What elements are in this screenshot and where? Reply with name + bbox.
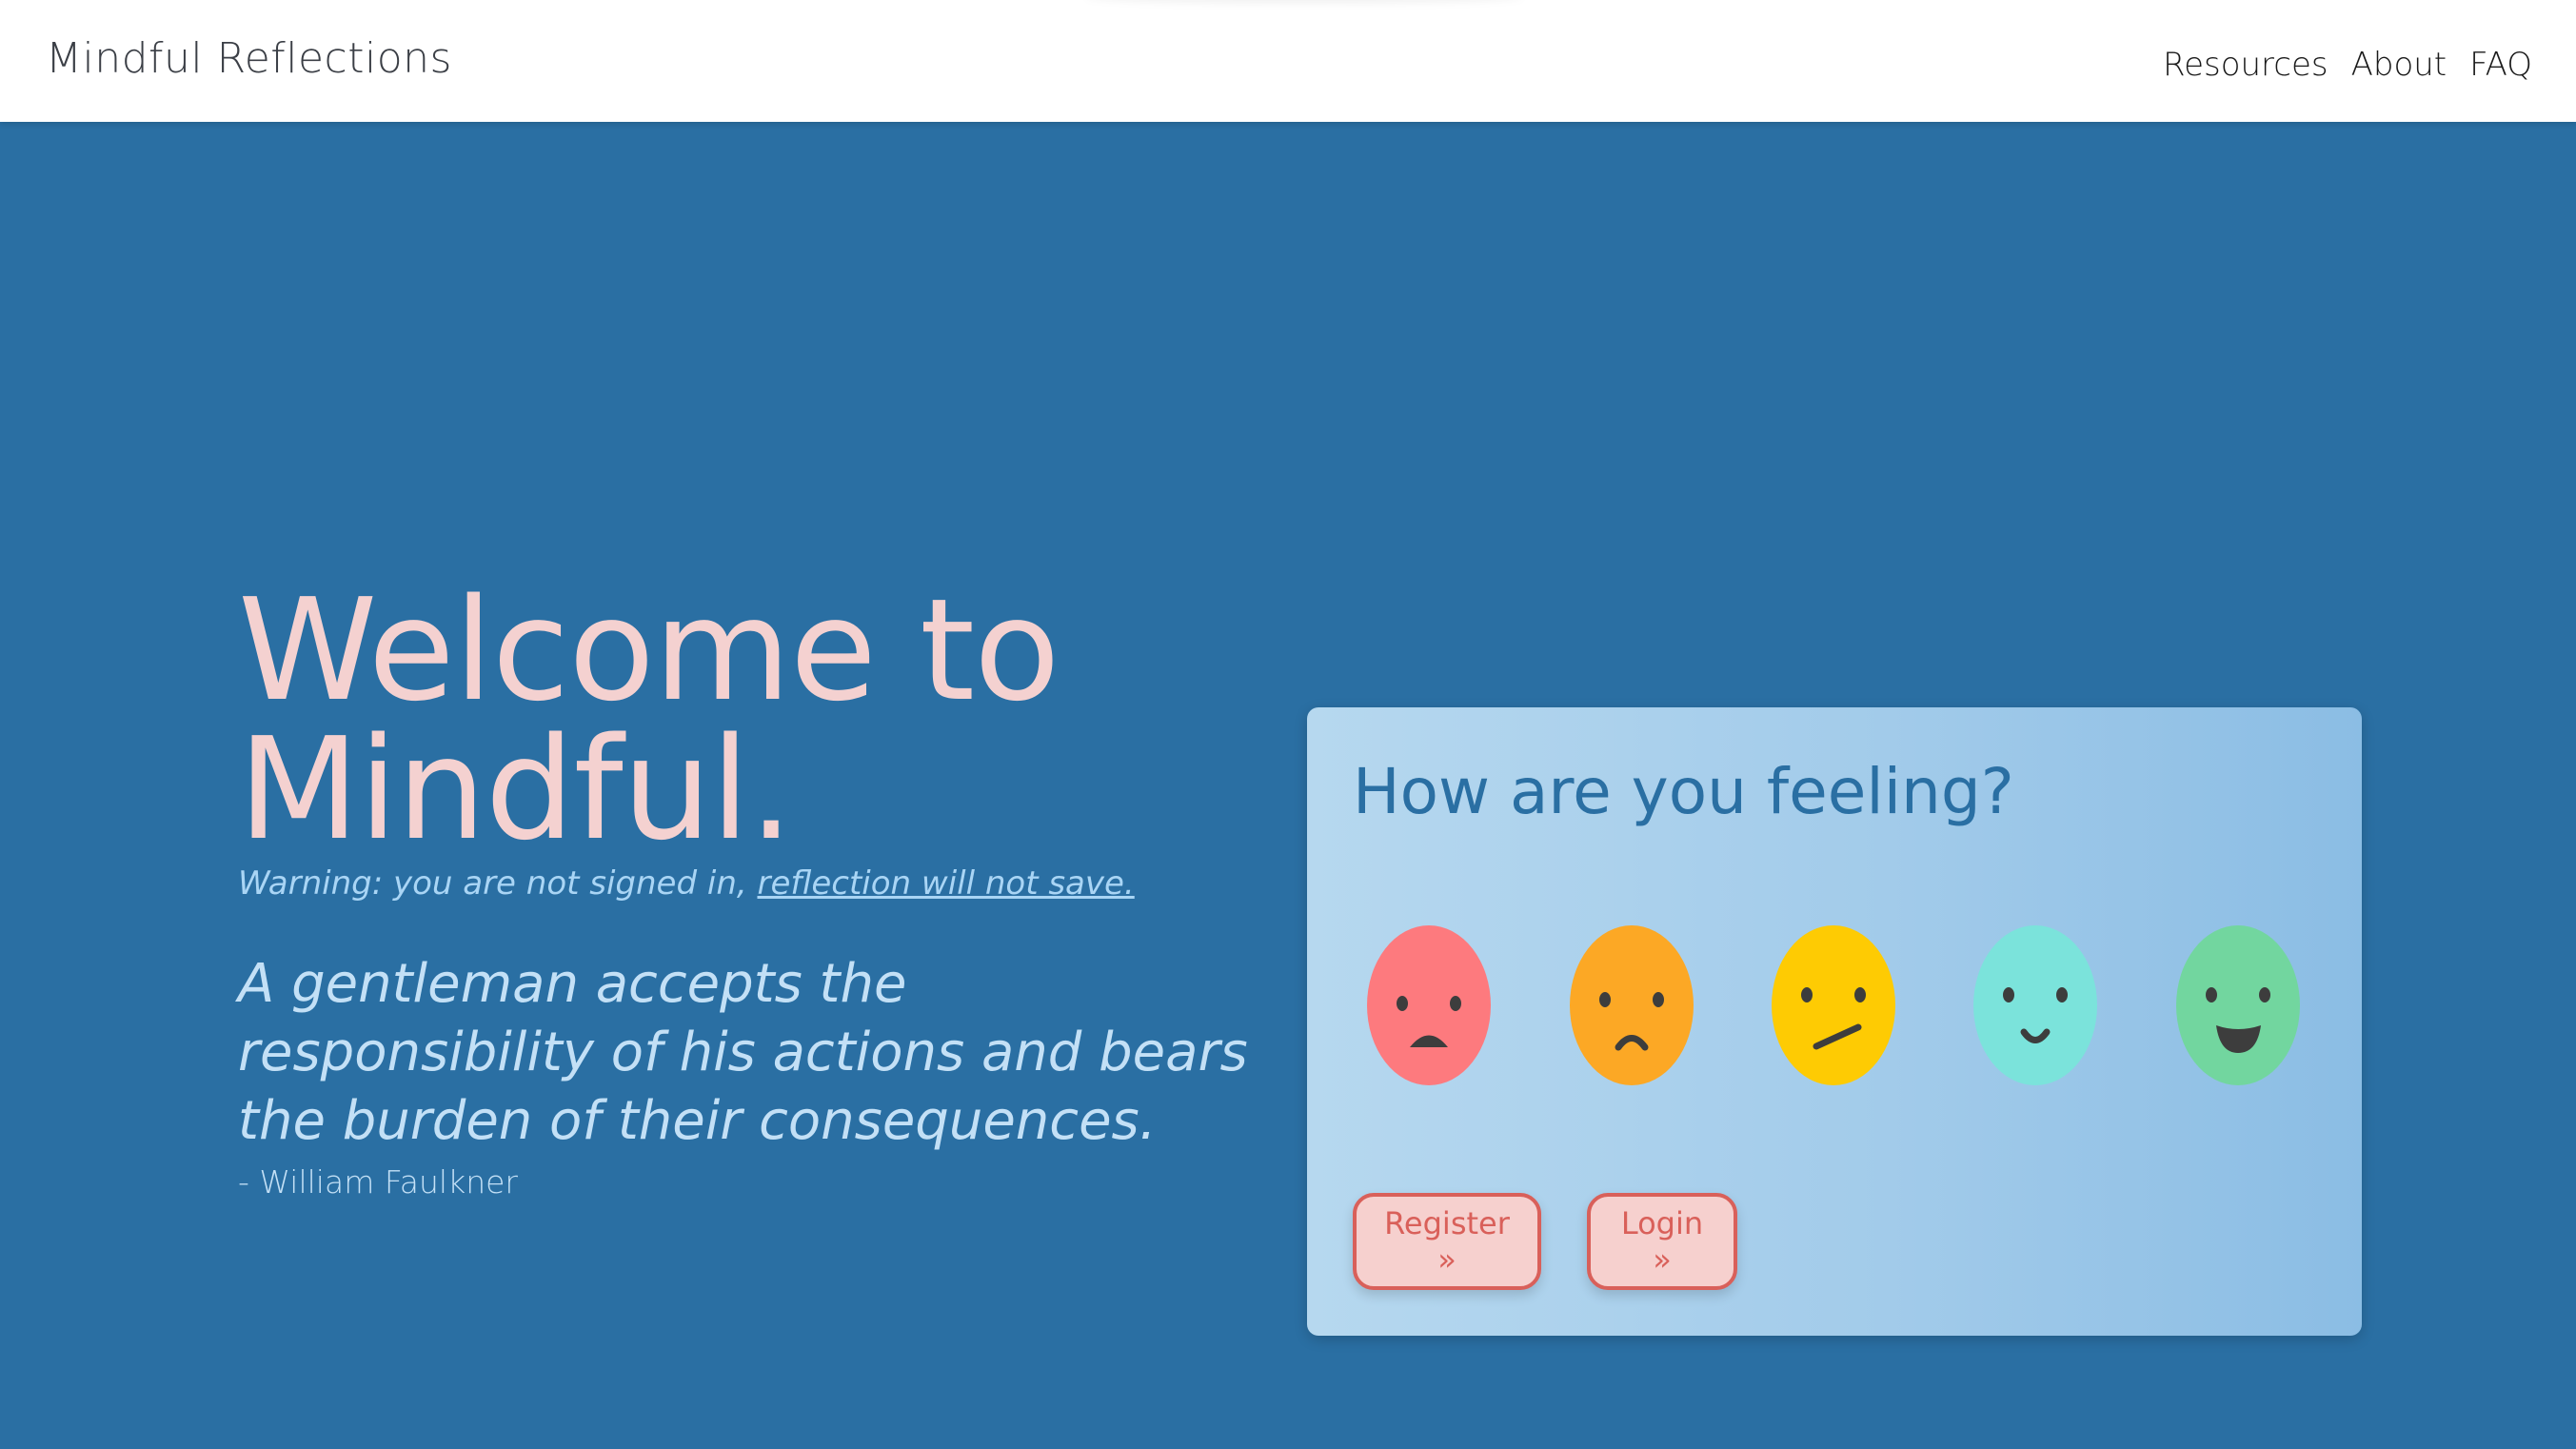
welcome-line-1: Welcome to <box>238 568 1060 732</box>
auth-buttons: Register » Login » <box>1353 1193 1737 1290</box>
navbar: Mindful Reflections Resources About FAQ <box>0 0 2576 122</box>
mood-card-title: How are you feeling? <box>1353 755 2014 828</box>
register-button[interactable]: Register » <box>1353 1193 1541 1290</box>
happy-face-icon <box>1973 925 2097 1085</box>
welcome-column: Welcome to Mindful. Warning: you are not… <box>238 568 1266 1201</box>
nav-link-resources[interactable]: Resources <box>2163 46 2328 84</box>
very-happy-face-icon <box>2176 925 2300 1085</box>
face-very-sad-button[interactable] <box>1366 924 1492 1086</box>
brand-logo[interactable]: Mindful Reflections <box>46 34 452 83</box>
face-sad-button[interactable] <box>1569 924 1694 1086</box>
nav-link-about[interactable]: About <box>2351 46 2447 84</box>
warning-text: Warning: you are not signed in, <box>238 864 758 903</box>
welcome-line-2: Mindful. <box>238 707 794 871</box>
quote-text: A gentleman accepts the responsibility o… <box>238 953 1248 1152</box>
nav-link-faq[interactable]: FAQ <box>2469 46 2532 84</box>
sign-in-warning: Warning: you are not signed in, reflecti… <box>238 864 1266 903</box>
warning-link[interactable]: reflection will not save. <box>757 864 1134 903</box>
nav-links: Resources About FAQ <box>2163 46 2532 84</box>
neutral-face-icon <box>1772 925 1895 1085</box>
face-happy-button[interactable] <box>1972 924 2098 1086</box>
nav-shadow <box>1085 0 1523 4</box>
mood-faces <box>1366 924 2318 1086</box>
mood-card: How are you feeling? Register » Login » <box>1307 707 2362 1336</box>
sad-face-icon <box>1570 925 1694 1085</box>
quote-author: - William Faulkner <box>238 1163 518 1201</box>
welcome-heading: Welcome to Mindful. <box>238 568 1266 871</box>
face-very-happy-button[interactable] <box>2175 924 2301 1086</box>
login-button[interactable]: Login » <box>1587 1193 1737 1290</box>
very-sad-face-icon <box>1367 925 1491 1085</box>
face-neutral-button[interactable] <box>1771 924 1896 1086</box>
